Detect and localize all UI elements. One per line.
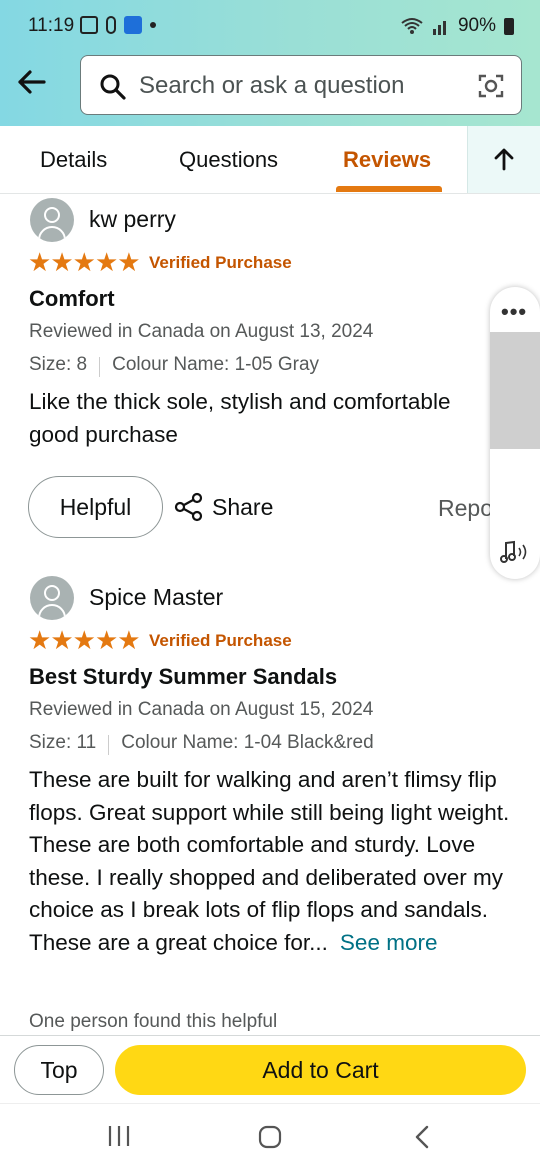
star-icon: ★ xyxy=(94,247,119,277)
star-icon: ★ xyxy=(72,625,96,655)
star-icon: ★ xyxy=(50,247,74,277)
review-colour: Colour Name: 1-05 Gray xyxy=(112,354,320,375)
share-label: Share xyxy=(212,493,274,520)
helpful-button[interactable]: Helpful xyxy=(28,476,163,538)
share-button[interactable]: Share xyxy=(174,492,273,522)
avatar-head xyxy=(44,207,60,223)
avatar-body xyxy=(38,604,66,620)
review-size: Size: 8 xyxy=(29,354,88,375)
star-rating: ★ ★ ★ ★ ★ xyxy=(28,625,141,655)
product-tabs: Details Questions Reviews xyxy=(0,126,540,194)
status-right: 90% xyxy=(400,15,514,37)
back-nav-icon[interactable] xyxy=(410,1124,434,1150)
review-body-text: These are built for walking and aren’t f… xyxy=(29,767,510,955)
star-icon: ★ xyxy=(117,625,141,655)
share-icon xyxy=(174,492,203,522)
wifi-icon xyxy=(401,18,423,34)
star-icon: ★ xyxy=(94,625,119,655)
review-body-line: good purchase xyxy=(29,421,178,447)
star-icon: ★ xyxy=(28,247,52,277)
verified-badge: Verified Purchase xyxy=(149,253,292,272)
reviewer-name[interactable]: kw perry xyxy=(89,206,176,233)
side-panel-track xyxy=(490,332,540,449)
back-arrow-icon xyxy=(18,70,46,94)
star-icon: ★ xyxy=(72,247,96,277)
review-colour: Colour Name: 1-04 Black&red xyxy=(121,732,374,753)
back-button[interactable] xyxy=(14,64,50,100)
avatar-head xyxy=(44,585,60,601)
review-size: Size: 11 xyxy=(29,732,97,753)
music-note-icon[interactable] xyxy=(498,539,532,565)
star-icon: ★ xyxy=(28,625,52,655)
bottom-action-bar: Top Add to Cart xyxy=(0,1035,540,1103)
more-options-icon[interactable]: ••• xyxy=(501,299,527,325)
status-icons xyxy=(80,16,156,34)
scroll-to-top-button[interactable] xyxy=(467,126,540,193)
avatar xyxy=(30,576,74,620)
more-notifications-icon xyxy=(150,22,156,28)
notification-icon xyxy=(106,16,116,34)
add-to-cart-button[interactable]: Add to Cart xyxy=(115,1045,526,1095)
review-body: These are built for walking and aren’t f… xyxy=(29,764,519,959)
review-title: Comfort xyxy=(29,286,115,311)
recent-apps-icon[interactable] xyxy=(106,1124,132,1148)
star-icon: ★ xyxy=(50,625,74,655)
search-input[interactable]: Search or ask a question xyxy=(139,72,405,100)
person-icon xyxy=(124,16,142,34)
battery-icon xyxy=(504,17,514,35)
floating-side-panel[interactable]: ••• xyxy=(490,287,540,579)
review-date: Reviewed in Canada on August 13, 2024 xyxy=(29,321,374,342)
review-variant: Size: 11 Colour Name: 1-04 Black&red xyxy=(29,732,374,755)
search-bar[interactable]: Search or ask a question xyxy=(80,55,522,115)
review-body: Like the thick sole, stylish and comfort… xyxy=(29,386,492,451)
report-link[interactable]: Report xyxy=(438,495,492,522)
gallery-icon xyxy=(80,16,98,34)
home-icon[interactable] xyxy=(257,1124,283,1150)
helpful-count: One person found this helpful xyxy=(29,1011,278,1032)
signal-icon xyxy=(432,21,446,35)
tab-details[interactable]: Details xyxy=(40,147,107,173)
active-tab-indicator xyxy=(336,186,442,192)
avatar xyxy=(30,198,74,242)
avatar-body xyxy=(38,226,66,242)
see-more-link[interactable]: See more xyxy=(340,930,438,955)
camera-search-icon[interactable] xyxy=(477,72,505,100)
arrow-up-icon xyxy=(494,148,514,171)
tab-reviews[interactable]: Reviews xyxy=(343,147,431,173)
search-icon xyxy=(100,74,126,100)
star-icon: ★ xyxy=(117,247,141,277)
reviewer-name[interactable]: Spice Master xyxy=(89,584,223,611)
review-body-line: Like the thick sole, stylish and comfort… xyxy=(29,389,451,414)
review-variant: Size: 8 Colour Name: 1-05 Gray xyxy=(29,354,319,377)
verified-badge: Verified Purchase xyxy=(149,631,292,650)
divider xyxy=(108,735,110,755)
top-button[interactable]: Top xyxy=(14,1045,104,1095)
tab-questions[interactable]: Questions xyxy=(179,147,278,173)
status-time: 11:19 xyxy=(28,15,75,36)
status-bar: 11:19 90% xyxy=(0,0,540,52)
system-navigation-bar xyxy=(0,1103,540,1170)
review-date: Reviewed in Canada on August 15, 2024 xyxy=(29,699,374,720)
divider xyxy=(99,357,101,377)
battery-percent: 90% xyxy=(457,15,496,36)
star-rating: ★ ★ ★ ★ ★ xyxy=(28,247,141,277)
review-title: Best Sturdy Summer Sandals xyxy=(29,664,338,689)
